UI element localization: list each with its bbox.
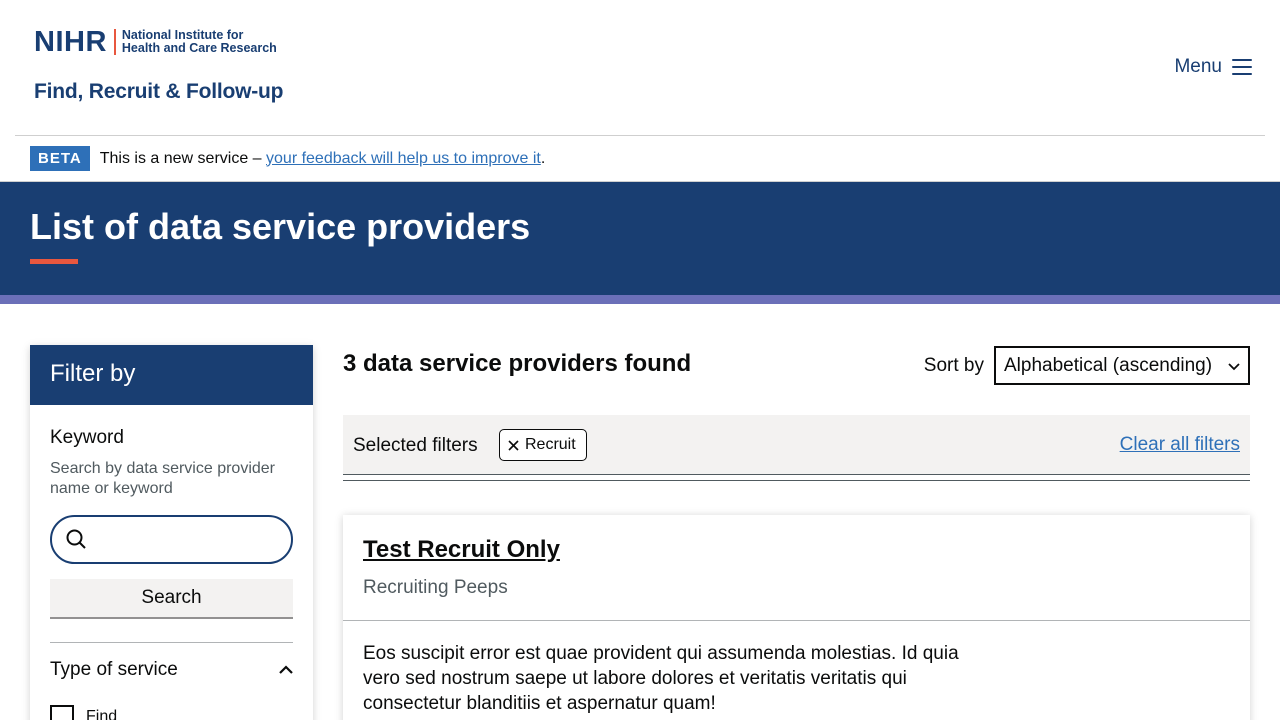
sort-select[interactable]: Alphabetical (ascending) <box>994 346 1250 385</box>
sort-selected-value: Alphabetical (ascending) <box>1004 354 1213 376</box>
header-divider <box>15 135 1265 136</box>
search-button[interactable]: Search <box>50 579 293 619</box>
hero-band <box>0 295 1280 304</box>
filter-chip-label: Recruit <box>525 436 576 453</box>
close-icon <box>508 439 519 451</box>
keyword-input[interactable] <box>98 527 278 553</box>
chevron-up-icon <box>279 665 293 674</box>
type-of-service-label: Type of service <box>50 659 178 680</box>
logo-divider <box>113 29 116 55</box>
page-hero: List of data service providers <box>0 182 1280 295</box>
sort-control: Sort by Alphabetical (ascending) <box>924 346 1250 385</box>
feedback-link[interactable]: your feedback will help us to improve it <box>266 150 541 168</box>
beta-banner: BETA This is a new service – your feedba… <box>30 146 545 171</box>
site-header: NIHR National Institute for Health and C… <box>0 0 1280 136</box>
results-divider <box>343 480 1250 481</box>
filter-divider <box>50 642 293 643</box>
filter-option-label: Find <box>86 708 118 720</box>
result-subtitle: Recruiting Peeps <box>363 577 508 598</box>
hamburger-icon <box>1232 59 1252 75</box>
result-description: Eos suscipit error est quae provident qu… <box>363 643 959 714</box>
search-icon <box>66 529 86 549</box>
logo-mark: NIHR <box>34 26 107 58</box>
card-divider <box>343 620 1250 621</box>
menu-button[interactable]: Menu <box>1174 56 1252 78</box>
logo-line-2: Health and Care Research <box>121 41 277 55</box>
logo-line-1: National Institute for <box>121 27 244 42</box>
beta-text-end: . <box>540 149 546 167</box>
clear-all-filters-link[interactable]: Clear all filters <box>1120 434 1240 456</box>
sort-label: Sort by <box>923 354 984 376</box>
results-count: 3 data service providers found <box>343 350 692 377</box>
beta-tag: BETA <box>30 146 90 171</box>
logo-text: National Institute for Health and Care R… <box>121 27 277 56</box>
result-card: Test Recruit Only Recruiting Peeps Eos s… <box>343 515 1250 720</box>
filter-heading: Filter by <box>30 345 313 405</box>
service-name[interactable]: Find, Recruit & Follow-up <box>34 80 284 104</box>
filter-option-find[interactable]: Find <box>50 705 293 720</box>
selected-filters-bar: Selected filters Recruit Clear all filte… <box>343 415 1250 475</box>
keyword-search-field[interactable] <box>50 515 293 564</box>
checkbox[interactable] <box>50 705 74 720</box>
beta-text: This is a new service – <box>99 149 267 167</box>
nihr-logo[interactable]: NIHR National Institute for Health and C… <box>34 26 277 58</box>
title-accent-bar <box>30 259 78 264</box>
keyword-label: Keyword <box>50 427 124 448</box>
type-of-service-toggle[interactable]: Type of service <box>50 659 293 681</box>
filter-chip-recruit[interactable]: Recruit <box>499 429 587 461</box>
selected-filters-label: Selected filters <box>353 435 478 456</box>
chevron-down-icon <box>1228 362 1240 370</box>
filter-panel: Filter by Keyword Search by data service… <box>30 345 313 720</box>
menu-label: Menu <box>1174 56 1222 77</box>
page-title: List of data service providers <box>30 206 531 247</box>
result-title-link[interactable]: Test Recruit Only <box>363 536 560 564</box>
keyword-hint: Search by data service provider name or … <box>50 460 275 497</box>
